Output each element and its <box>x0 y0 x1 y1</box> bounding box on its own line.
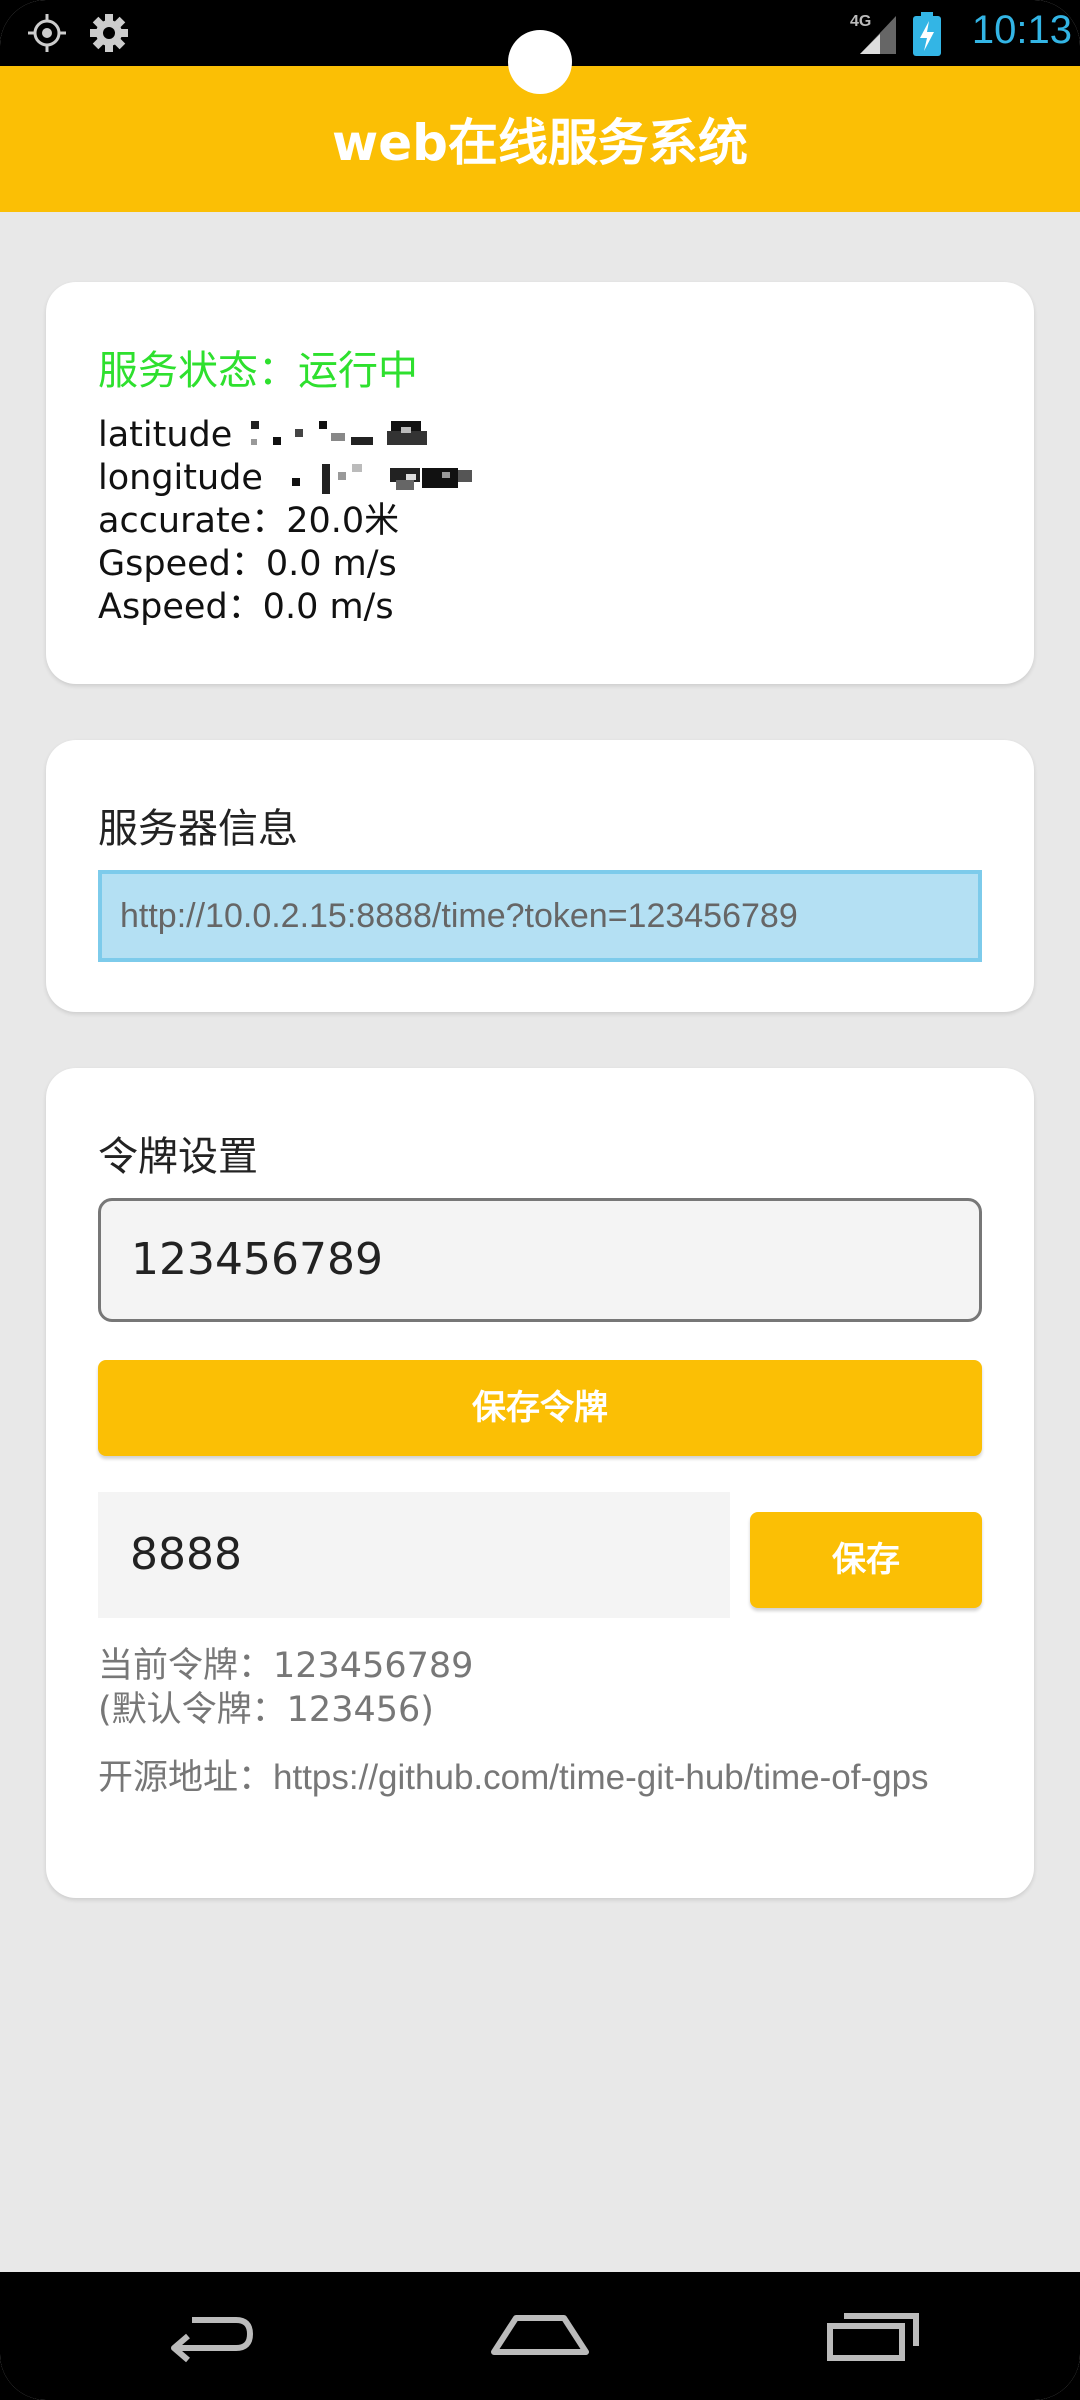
default-token: (默认令牌：123456) <box>98 1690 434 1730</box>
back-icon[interactable] <box>162 2302 258 2370</box>
latitude-row: latitude <box>98 414 522 457</box>
longitude-redacted-pixels <box>292 464 473 494</box>
latitude-redacted-pixels <box>251 421 428 445</box>
server-info-card: 服务器信息 http://10.0.2.15:8888/time?token=1… <box>46 740 1034 1012</box>
app-title: web在线服务系统 <box>332 114 748 172</box>
signal-icon: 4G <box>850 10 900 60</box>
clock: 10:13 <box>971 8 1072 52</box>
battery-charging-icon <box>912 12 942 60</box>
save-port-button[interactable]: 保存 <box>750 1512 982 1608</box>
longitude-label: longitude <box>98 458 263 498</box>
home-icon[interactable] <box>490 2302 590 2370</box>
server-url[interactable]: http://10.0.2.15:8888/time?token=1234567… <box>98 870 982 962</box>
camera-cutout <box>508 30 572 94</box>
port-input[interactable]: 8888 <box>98 1492 730 1618</box>
recent-apps-icon[interactable] <box>826 2302 922 2370</box>
phone-screen: 4G 10:13 web在线服务系统 服务状态：运行中 latitude lon… <box>0 0 1080 2400</box>
token-settings-card: 令牌设置 123456789 保存令牌 8888 保存 当前令牌：1234567… <box>46 1068 1034 1898</box>
location-info: latitude longitude accurate：20.0米 Gspeed… <box>98 414 522 629</box>
token-settings-title: 令牌设置 <box>98 1134 258 1180</box>
save-token-button[interactable]: 保存令牌 <box>98 1360 982 1456</box>
service-status: 服务状态：运行中 <box>98 348 418 394</box>
token-info: 当前令牌：123456789 (默认令牌：123456) <box>98 1644 473 1732</box>
server-info-title: 服务器信息 <box>98 806 298 852</box>
gear-icon <box>88 12 130 58</box>
source-url: 开源地址：https://github.com/time-git-hub/tim… <box>98 1758 929 1797</box>
token-input[interactable]: 123456789 <box>98 1198 982 1322</box>
network-type-label: 4G <box>850 13 871 30</box>
accurate-row: accurate：20.0米 <box>98 501 400 541</box>
aspeed-row: Aspeed：0.0 m/s <box>98 587 394 627</box>
current-token: 当前令牌：123456789 <box>98 1646 474 1686</box>
service-status-card: 服务状态：运行中 latitude longitude accurate：20.… <box>46 282 1034 684</box>
gspeed-row: Gspeed：0.0 m/s <box>98 544 397 584</box>
latitude-label: latitude <box>98 415 233 455</box>
longitude-row: longitude <box>98 457 522 500</box>
navigation-bar <box>0 2272 1080 2400</box>
locate-icon <box>26 12 68 58</box>
